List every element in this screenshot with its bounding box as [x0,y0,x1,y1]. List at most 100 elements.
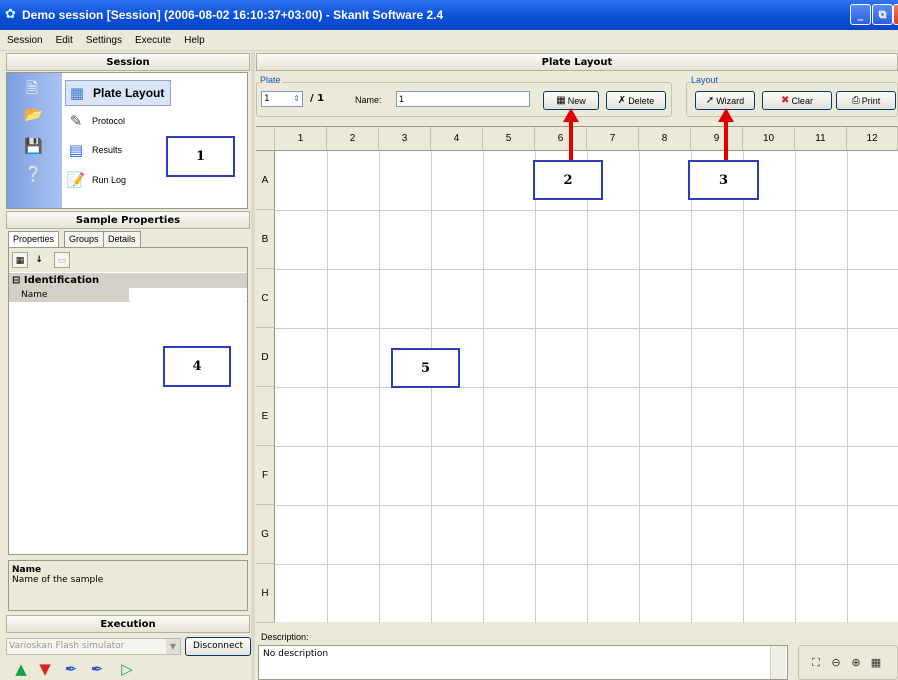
column-header[interactable]: 6 [535,127,587,151]
window-title-bar[interactable]: ✿ Demo session [Session] (2006-08-02 16:… [0,0,898,30]
layout-group-label: Layout [690,75,720,85]
description-input[interactable]: No description [258,645,788,680]
menu-execute[interactable]: Execute [128,30,177,46]
protocol-icon: ✎ [69,112,83,130]
column-header[interactable]: 7 [587,127,639,151]
row-header[interactable]: F [256,446,275,505]
zoom-toolbar: ⛶ ⊖ ⊕ ▦ [798,645,898,680]
plate-name-input[interactable] [396,91,530,107]
arrow-3-head [718,108,734,122]
property-row: Name [9,288,247,302]
spinner-arrows-icon[interactable]: ⇕ [293,92,300,106]
row-header[interactable]: E [256,387,275,446]
property-value-input[interactable] [130,288,246,302]
dispenser-prime-icon[interactable]: ✒ [60,659,82,679]
execution-toolbar: ▲ ▼ ✒ ✒ ▷ [6,657,250,680]
execution-header: Execution [6,615,250,633]
arrow-2-shaft [569,121,573,161]
menu-settings[interactable]: Settings [79,30,128,46]
run-log-icon: 📝 [66,171,86,189]
app-icon: ✿ [5,7,16,22]
grid-line [275,387,898,388]
tab-groups[interactable]: Groups [64,231,104,248]
zoom-out-icon[interactable]: ⊖ [829,656,843,670]
row-header[interactable]: D [256,328,275,387]
row-header[interactable]: C [256,269,275,328]
properties-grid: ▦ ↓ ▭ ⊟ Identification Name [8,247,248,555]
column-header[interactable]: 8 [639,127,691,151]
property-pages-icon[interactable]: ▭ [54,252,70,268]
clear-button[interactable]: ✖ Clear [762,91,832,110]
nav-results[interactable]: ▤ Results [65,137,122,163]
categorized-icon[interactable]: ▦ [12,252,28,268]
zoom-fit-icon[interactable]: ⛶ [809,656,823,670]
column-header[interactable]: 2 [327,127,379,151]
eject-plate-icon[interactable]: ▼ [34,659,56,679]
column-header[interactable]: 5 [483,127,535,151]
grid-line [275,505,898,506]
row-header[interactable]: G [256,505,275,564]
grid-line [275,328,898,329]
zoom-in-icon[interactable]: ⊕ [849,656,863,670]
column-header[interactable]: 3 [379,127,431,151]
grid-line [275,269,898,270]
row-header[interactable]: A [256,151,275,210]
grid-line [275,210,898,211]
sort-alpha-icon[interactable]: ↓ [31,252,47,268]
minimize-button[interactable]: _ [850,4,871,25]
execution-row: Varioskan Flash simulator ▼ Disconnect [6,637,251,656]
column-header[interactable]: 4 [431,127,483,151]
property-description-title: Name [12,565,42,575]
maximize-button[interactable]: ⧉ [872,4,893,25]
printer-icon: ⎙ [851,95,860,106]
new-file-icon[interactable]: 🗎 [24,79,40,97]
row-header[interactable]: H [256,564,275,623]
column-header[interactable]: 1 [275,127,327,151]
dispenser-empty-icon[interactable]: ✒ [86,659,108,679]
property-description-text: Name of the sample [12,575,104,585]
plate-number-stepper[interactable]: 1 ⇕ [261,91,303,107]
row-header[interactable]: B [256,210,275,269]
callout-2: 2 [533,160,603,200]
print-button[interactable]: ⎙ Print [836,91,896,110]
plate-grid[interactable]: 1 2 3 4 5 6 7 8 9 10 11 12 A B C D E F G… [256,126,898,623]
name-label: Name: [355,95,382,105]
arrow-3-shaft [724,121,728,161]
callout-3: 3 [688,160,759,200]
session-header: Session [6,53,250,71]
chevron-down-icon[interactable]: ▼ [166,639,180,654]
results-icon: ▤ [68,141,84,159]
panel-splitter[interactable] [251,52,255,680]
table-view-icon[interactable]: ▦ [869,656,883,670]
column-header[interactable]: 10 [743,127,795,151]
description-scrollbar[interactable] [770,646,786,679]
menu-session[interactable]: Session [0,30,49,46]
wand-icon: ➚ [705,95,715,106]
session-toolbar: 🗎 📂 💾 ❔ [7,73,62,208]
open-folder-icon[interactable]: 📂 [24,105,43,123]
grid-line [275,564,898,565]
close-button[interactable] [893,4,898,25]
start-run-icon[interactable]: ▷ [116,659,138,679]
column-header[interactable]: 9 [691,127,743,151]
menu-edit[interactable]: Edit [49,30,79,46]
nav-run-log[interactable]: 📝 Run Log [65,167,126,193]
help-icon[interactable]: ❔ [24,165,43,183]
grid-line [275,446,898,447]
clear-x-icon: ✖ [781,95,790,106]
disconnect-button[interactable]: Disconnect [185,637,251,656]
tab-details[interactable]: Details [103,231,141,248]
nav-protocol[interactable]: ✎ Protocol [65,108,125,134]
menu-help[interactable]: Help [177,30,211,46]
delete-plate-button[interactable]: ✗ Delete [606,91,666,110]
save-icon[interactable]: 💾 [24,137,43,155]
delete-x-icon: ✗ [617,95,627,106]
instrument-select[interactable]: Varioskan Flash simulator ▼ [6,638,181,655]
nav-plate-layout[interactable]: ▦ Plate Layout [65,80,171,106]
column-header[interactable]: 12 [847,127,898,151]
collapse-icon[interactable]: ⊟ [12,275,20,286]
column-header[interactable]: 11 [795,127,847,151]
load-plate-icon[interactable]: ▲ [10,659,32,679]
property-category[interactable]: ⊟ Identification [9,273,247,288]
plate-layout-icon: ▦ [69,84,85,102]
